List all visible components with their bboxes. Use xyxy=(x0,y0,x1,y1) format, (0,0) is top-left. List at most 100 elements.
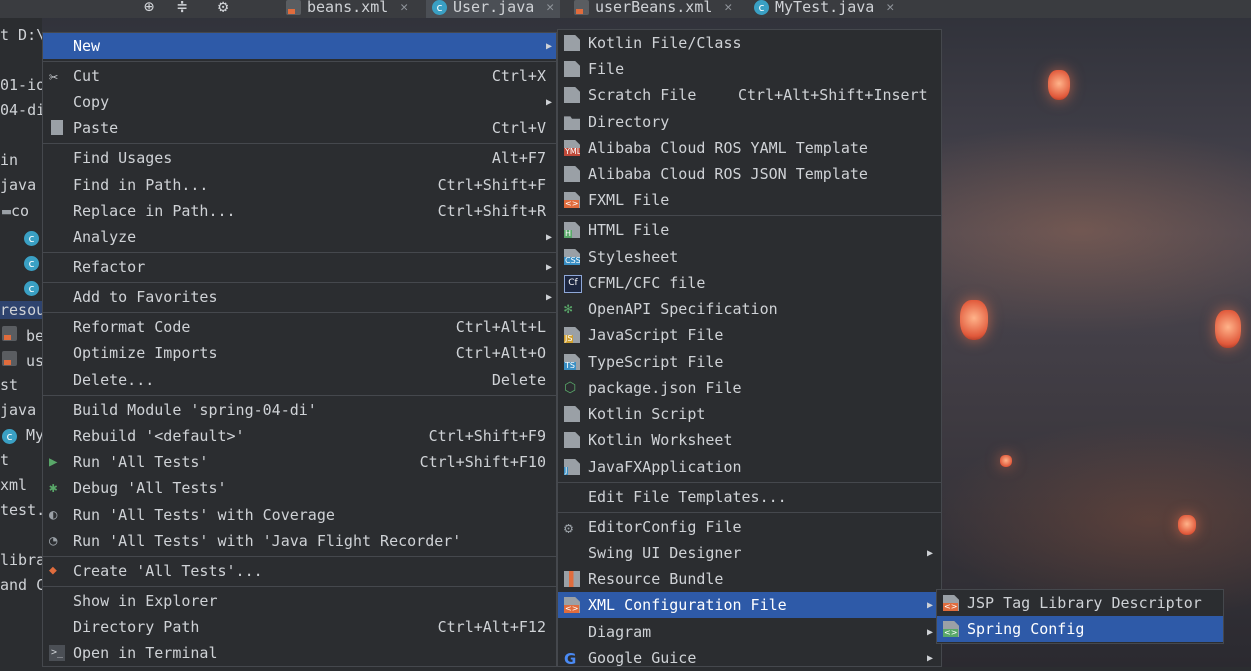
menu-item-edit-file-templates[interactable]: Edit File Templates... xyxy=(558,484,941,510)
menu-item-run-with-coverage[interactable]: ◐ Run 'All Tests' with Coverage xyxy=(43,502,556,528)
tree-item[interactable]: in xyxy=(0,151,18,169)
menu-item-label: Cut xyxy=(73,67,101,85)
menu-item-diagram[interactable]: Diagram ▶ xyxy=(558,619,941,645)
menu-item-rebuild[interactable]: Rebuild '<default>' Ctrl+Shift+F9 xyxy=(43,423,556,449)
editor-tab-bar: ⊕ ≑ ⚙ beans.xml ✕ c User.java ✕ userBean… xyxy=(0,0,1251,18)
gear-icon[interactable]: ⚙ xyxy=(218,0,228,17)
menu-item-label: File xyxy=(588,60,625,78)
menu-item-analyze[interactable]: Analyze ▶ xyxy=(43,224,556,250)
tree-item[interactable]: st xyxy=(0,376,18,394)
menu-item-ros-json[interactable]: Alibaba Cloud ROS JSON Template xyxy=(558,161,941,187)
menu-item-google-guice[interactable]: G Google Guice ▶ xyxy=(558,645,941,671)
menu-item-new[interactable]: New ▶ xyxy=(43,33,556,59)
menu-item-add-to-favorites[interactable]: Add to Favorites ▶ xyxy=(43,284,556,310)
menu-item-label: Delete... xyxy=(73,371,155,389)
collapse-icon[interactable]: ≑ xyxy=(177,0,187,17)
tree-item[interactable]: and C xyxy=(0,576,45,594)
tab-mytest-java[interactable]: c MyTest.java ✕ xyxy=(754,0,894,18)
menu-item-cut[interactable]: ✂ Cut Ctrl+X xyxy=(43,63,556,89)
menu-item-label: Debug 'All Tests' xyxy=(73,479,227,497)
menu-item-cfml-file[interactable]: Cf CFML/CFC file xyxy=(558,270,941,296)
menu-item-label: Show in Explorer xyxy=(73,592,218,610)
menu-item-html-file[interactable]: H HTML File xyxy=(558,217,941,243)
menu-item-delete[interactable]: Delete... Delete xyxy=(43,367,556,393)
scratch-file-icon xyxy=(564,87,580,103)
tab-user-java[interactable]: c User.java ✕ xyxy=(426,0,561,18)
menu-item-optimize-imports[interactable]: Optimize Imports Ctrl+Alt+O xyxy=(43,340,556,366)
menu-item-kotlin-script[interactable]: Kotlin Script xyxy=(558,401,941,427)
tree-item[interactable]: us xyxy=(2,351,44,370)
menu-item-run-all-tests[interactable]: ▶ Run 'All Tests' Ctrl+Shift+F10 xyxy=(43,449,556,475)
tree-item[interactable]: xml xyxy=(0,476,27,494)
divider xyxy=(43,556,556,557)
menu-item-directory-path[interactable]: Directory Path Ctrl+Alt+F12 xyxy=(43,614,556,640)
menu-item-label: Run 'All Tests' xyxy=(73,453,209,471)
menu-item-label: JavaScript File xyxy=(588,326,724,344)
menu-item-spring-config[interactable]: <> Spring Config xyxy=(937,616,1223,642)
tree-item[interactable]: 04-di xyxy=(0,101,45,119)
yaml-icon: YML xyxy=(564,140,580,156)
menu-item-swing-ui-designer[interactable]: Swing UI Designer ▶ xyxy=(558,540,941,566)
shortcut-label: Ctrl+Alt+L xyxy=(455,318,546,336)
menu-item-kotlin-file[interactable]: Kotlin File/Class xyxy=(558,30,941,56)
menu-item-editorconfig-file[interactable]: ⚙ EditorConfig File xyxy=(558,514,941,540)
menu-item-openapi[interactable]: ✻ OpenAPI Specification xyxy=(558,296,941,322)
menu-item-find-in-path[interactable]: Find in Path... Ctrl+Shift+F xyxy=(43,172,556,198)
tab-label: userBeans.xml xyxy=(595,0,713,16)
menu-item-build-module[interactable]: Build Module 'spring-04-di' xyxy=(43,397,556,423)
menu-item-paste[interactable]: Paste Ctrl+V xyxy=(43,115,556,141)
menu-item-kotlin-worksheet[interactable]: Kotlin Worksheet xyxy=(558,427,941,453)
tree-item-selected[interactable]: resou xyxy=(0,301,45,319)
menu-item-ros-yaml[interactable]: YML Alibaba Cloud ROS YAML Template xyxy=(558,135,941,161)
menu-item-package-json[interactable]: ⬡ package.json File xyxy=(558,375,941,401)
tree-item[interactable]: t xyxy=(0,451,9,469)
tab-beans-xml[interactable]: beans.xml ✕ xyxy=(286,0,408,18)
menu-item-find-usages[interactable]: Find Usages Alt+F7 xyxy=(43,145,556,171)
close-icon[interactable]: ✕ xyxy=(724,0,732,15)
tree-item[interactable]: 01-io xyxy=(0,76,45,94)
menu-item-stylesheet[interactable]: CSS Stylesheet xyxy=(558,244,941,270)
close-icon[interactable]: ✕ xyxy=(886,0,894,15)
lantern-decoration xyxy=(1178,515,1196,535)
menu-item-show-in-explorer[interactable]: Show in Explorer xyxy=(43,588,556,614)
menu-item-file[interactable]: File xyxy=(558,56,941,82)
chevron-right-icon: ▶ xyxy=(545,261,552,273)
menu-item-label: Optimize Imports xyxy=(73,344,218,362)
menu-item-refactor[interactable]: Refactor ▶ xyxy=(43,254,556,280)
tree-item[interactable]: ▬co xyxy=(2,202,29,220)
divider xyxy=(43,282,556,283)
menu-item-typescript-file[interactable]: TS TypeScript File xyxy=(558,349,941,375)
menu-item-jsp-tag-library[interactable]: <> JSP Tag Library Descriptor xyxy=(937,590,1223,616)
tree-item[interactable]: java xyxy=(0,176,36,194)
menu-item-directory[interactable]: Directory xyxy=(558,109,941,135)
file-icon xyxy=(564,61,580,77)
tree-item[interactable]: java xyxy=(0,401,36,419)
menu-item-scratch-file[interactable]: Scratch File Ctrl+Alt+Shift+Insert xyxy=(558,82,941,108)
menu-item-copy[interactable]: Copy ▶ xyxy=(43,89,556,115)
close-icon[interactable]: ✕ xyxy=(400,0,408,15)
menu-item-label: XML Configuration File xyxy=(588,596,787,614)
debug-icon: ✱ xyxy=(49,480,58,496)
menu-item-replace-in-path[interactable]: Replace in Path... Ctrl+Shift+R xyxy=(43,198,556,224)
menu-item-debug-all-tests[interactable]: ✱ Debug 'All Tests' xyxy=(43,475,556,501)
menu-item-javascript-file[interactable]: JS JavaScript File xyxy=(558,322,941,348)
javafx-icon: J xyxy=(564,459,580,475)
tree-item[interactable]: t D:\ xyxy=(0,26,45,44)
menu-item-fxml-file[interactable]: <> FXML File xyxy=(558,187,941,213)
menu-item-run-with-profiler[interactable]: ◔ Run 'All Tests' with 'Java Flight Recor… xyxy=(43,528,556,554)
close-icon[interactable]: ✕ xyxy=(546,0,554,15)
menu-item-javafx-application[interactable]: J JavaFXApplication xyxy=(558,454,941,480)
menu-item-open-in-terminal[interactable]: >_ Open in Terminal xyxy=(43,640,556,666)
menu-item-create-tests[interactable]: ◆ Create 'All Tests'... xyxy=(43,558,556,584)
menu-item-reformat-code[interactable]: Reformat Code Ctrl+Alt+L xyxy=(43,314,556,340)
tree-item[interactable]: be xyxy=(2,326,44,345)
tree-item[interactable]: c My xyxy=(2,426,44,444)
menu-item-label: Kotlin File/Class xyxy=(588,34,742,52)
tab-userbeans-xml[interactable]: userBeans.xml ✕ xyxy=(574,0,732,18)
chevron-right-icon: ▶ xyxy=(545,231,552,243)
menu-item-xml-configuration-file[interactable]: <> XML Configuration File ▶ xyxy=(558,592,941,618)
tree-item[interactable]: test. xyxy=(0,501,45,519)
locate-icon[interactable]: ⊕ xyxy=(144,0,154,17)
menu-item-resource-bundle[interactable]: Resource Bundle xyxy=(558,566,941,592)
clipboard-icon xyxy=(51,120,63,135)
